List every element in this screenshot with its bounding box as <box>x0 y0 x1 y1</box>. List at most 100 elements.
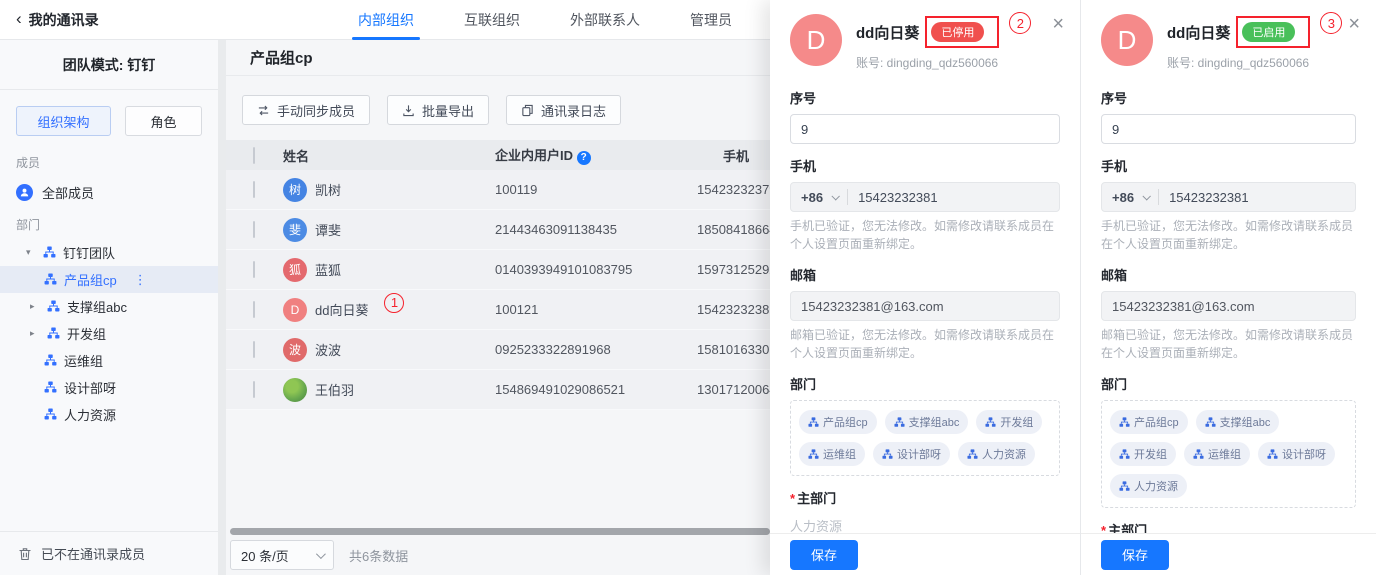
account-label: 账号: dingding_qdz560066 <box>856 54 1060 71</box>
removed-members-label: 已不在通讯录成员 <box>41 544 145 563</box>
dept-tag[interactable]: 设计部呀 <box>873 442 950 466</box>
tab-linked-org[interactable]: 互联组织 <box>464 0 520 40</box>
tree-item-label: 支撑组abc <box>67 297 127 316</box>
annotation-marker-2: 2 <box>1009 12 1031 34</box>
main-dept-label: *主部门 <box>1101 520 1356 533</box>
serial-label: 序号 <box>1101 88 1356 107</box>
back-label: 我的通讯录 <box>29 10 99 30</box>
dept-icon <box>1119 481 1130 492</box>
save-button[interactable]: 保存 <box>1101 540 1169 570</box>
member-name[interactable]: 波波 <box>315 340 341 359</box>
dept-tag[interactable]: 人力资源 <box>1110 474 1187 498</box>
tree-root-label: 钉钉团队 <box>63 243 115 262</box>
member-name: dd向日葵 <box>856 22 919 43</box>
member-name[interactable]: 王伯羽 <box>315 380 354 399</box>
back-button[interactable]: ‹ 我的通讯录 <box>16 0 99 40</box>
dept-tag[interactable]: 产品组cp <box>799 410 877 434</box>
dept-tag[interactable]: 运维组 <box>799 442 865 466</box>
row-checkbox[interactable] <box>253 221 255 238</box>
tree-item-ops-group[interactable]: 运维组 <box>0 347 218 374</box>
close-icon[interactable]: × <box>1348 14 1360 34</box>
help-icon[interactable]: ? <box>577 151 591 165</box>
tree-item-support-group[interactable]: ▸ 支撑组abc <box>0 293 218 320</box>
caret-right-icon[interactable]: ▸ <box>30 301 40 312</box>
phone-input: 15423232381 <box>1169 190 1249 205</box>
tree-item-label: 人力资源 <box>64 405 116 424</box>
email-help-text: 邮箱已验证，您无法修改。如需修改请联系成员在个人设置页面重新绑定。 <box>1101 326 1356 362</box>
chevron-down-icon <box>1143 192 1151 200</box>
more-actions-icon[interactable]: ⋮ <box>134 272 147 288</box>
members-section-label: 成员 <box>0 146 218 177</box>
header-user-id: 企业内用户ID <box>495 148 573 163</box>
dept-tag[interactable]: 支撑组abc <box>885 410 969 434</box>
dept-tag[interactable]: 产品组cp <box>1110 410 1188 434</box>
close-icon[interactable]: × <box>1052 14 1064 34</box>
tree-item-root[interactable]: ▾ 钉钉团队 <box>0 239 218 266</box>
dept-icon <box>1193 449 1204 460</box>
caret-right-icon[interactable]: ▸ <box>30 328 40 339</box>
tab-internal-org[interactable]: 内部组织 <box>358 0 414 40</box>
avatar: 树 <box>283 178 307 202</box>
row-checkbox[interactable] <box>253 261 255 278</box>
tree-item-dev-group[interactable]: ▸ 开发组 <box>0 320 218 347</box>
row-checkbox[interactable] <box>253 381 255 398</box>
trash-icon <box>18 547 32 561</box>
member-name[interactable]: 谭斐 <box>315 220 341 239</box>
tree-item-design-group[interactable]: 设计部呀 <box>0 374 218 401</box>
tree-item-product-group[interactable]: 产品组cp ⋮ <box>0 266 218 293</box>
annotation-marker-3: 3 <box>1320 12 1342 34</box>
removed-members-entry[interactable]: 已不在通讯录成员 <box>0 531 218 575</box>
serial-input[interactable]: 9 <box>790 114 1060 144</box>
tab-external-contacts[interactable]: 外部联系人 <box>570 0 640 40</box>
manual-sync-button[interactable]: 手动同步成员 <box>242 95 370 125</box>
avatar: D <box>790 14 842 66</box>
page-size-select[interactable]: 20 条/页 <box>230 540 334 570</box>
tab-admin[interactable]: 管理员 <box>690 0 732 40</box>
save-button[interactable]: 保存 <box>790 540 858 570</box>
total-count-label: 共6条数据 <box>349 546 408 565</box>
tree-item-hr-group[interactable]: 人力资源 <box>0 401 218 428</box>
dept-section-label: 部门 <box>0 208 218 239</box>
row-checkbox[interactable] <box>253 341 255 358</box>
member-id: 100119 <box>495 182 697 197</box>
team-mode-label: 团队模式: 钉钉 <box>0 40 218 89</box>
contact-log-button[interactable]: 通讯录日志 <box>506 95 621 125</box>
dept-label: 部门 <box>790 374 1060 393</box>
download-icon <box>402 104 415 117</box>
row-checkbox[interactable] <box>253 301 255 318</box>
phone-label: 手机 <box>1101 156 1356 175</box>
member-name[interactable]: dd向日葵 <box>315 300 368 319</box>
dept-tag[interactable]: 开发组 <box>1110 442 1176 466</box>
dept-tag[interactable]: 开发组 <box>976 410 1042 434</box>
main-dept-select[interactable]: 人力资源 <box>790 516 1060 533</box>
divider <box>847 189 848 205</box>
dept-tag[interactable]: 人力资源 <box>958 442 1035 466</box>
dept-tag[interactable]: 运维组 <box>1184 442 1250 466</box>
serial-label: 序号 <box>790 88 1060 107</box>
sync-icon <box>257 104 270 117</box>
member-id: 154869491029086521 <box>495 382 697 397</box>
email-input: 15423232381@163.com <box>1101 291 1356 321</box>
member-detail-panel-enabled: D dd向日葵 已启用 3 账号: dingding_qdz560066 × 序… <box>1080 0 1376 575</box>
chevron-down-icon <box>832 192 840 200</box>
member-name[interactable]: 凯树 <box>315 180 341 199</box>
select-all-checkbox[interactable] <box>253 147 255 164</box>
phone-input-group: +86 15423232381 <box>1101 182 1356 212</box>
tree-item-label: 产品组cp <box>64 270 117 289</box>
dept-icon <box>808 449 819 460</box>
email-input: 15423232381@163.com <box>790 291 1060 321</box>
contact-log-label: 通讯录日志 <box>541 101 606 120</box>
dept-tag[interactable]: 设计部呀 <box>1258 442 1335 466</box>
serial-input[interactable]: 9 <box>1101 114 1356 144</box>
sidebar-item-all-members[interactable]: 全部成员 <box>0 177 218 208</box>
member-name[interactable]: 蓝狐 <box>315 260 341 279</box>
dept-icon <box>47 327 60 340</box>
org-structure-button[interactable]: 组织架构 <box>16 106 111 136</box>
caret-down-icon[interactable]: ▾ <box>26 247 36 258</box>
dept-tag[interactable]: 支撑组abc <box>1196 410 1280 434</box>
horizontal-scrollbar[interactable] <box>230 528 770 535</box>
role-button[interactable]: 角色 <box>125 106 202 136</box>
row-checkbox[interactable] <box>253 181 255 198</box>
batch-export-button[interactable]: 批量导出 <box>387 95 489 125</box>
members-icon <box>16 184 33 201</box>
